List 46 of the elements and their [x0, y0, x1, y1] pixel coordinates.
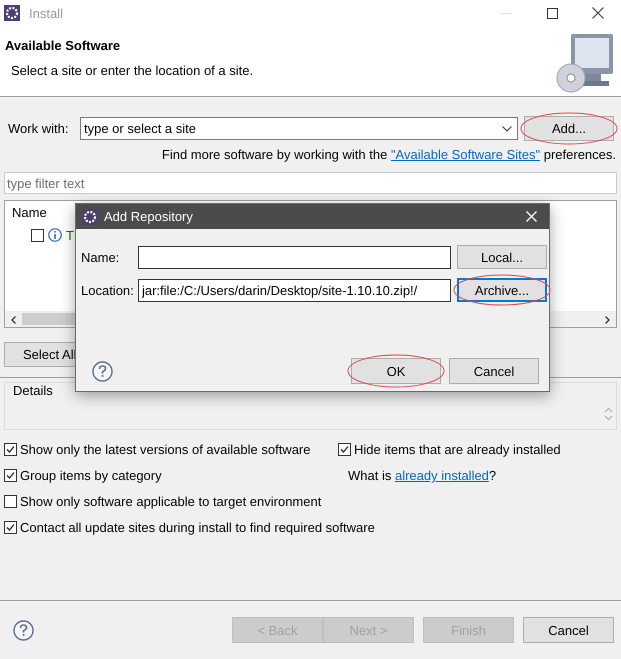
checkbox[interactable] — [4, 443, 17, 456]
push-button[interactable]: Archive... — [457, 278, 547, 302]
push-button[interactable]: Cancel — [449, 358, 539, 384]
page-title: Available Software — [5, 38, 120, 53]
gear-icon — [82, 208, 98, 224]
field-label: Name: — [81, 250, 120, 264]
installed-info-text: What is already installed? — [348, 468, 496, 483]
push-button[interactable]: Local... — [457, 245, 547, 269]
scrollbar-thumb[interactable] — [22, 313, 75, 325]
window-title: Install — [29, 6, 63, 20]
close-icon[interactable] — [592, 7, 604, 19]
details-title: Details — [13, 383, 53, 398]
input-field[interactable] — [138, 246, 451, 268]
input-field[interactable]: jar:file:/C:/Users/darin/Desktop/site-1.10.10.zip!/ — [138, 278, 451, 302]
option-label: Show only the latest versions of available software — [20, 442, 310, 457]
gear-icon — [4, 5, 20, 21]
help-icon[interactable] — [92, 360, 113, 382]
option-label: Hide items that are already installed — [354, 442, 561, 457]
more-software-text: Find more software by working with the "Available Software Sites" preferences. — [162, 147, 616, 162]
push-button[interactable]: Add... — [524, 116, 614, 141]
page-subtitle: Select a site or enter the location of a site. — [11, 63, 254, 78]
help-icon[interactable] — [13, 620, 34, 640]
table-cell: T — [66, 228, 74, 242]
dialog-title: Add Repository — [104, 209, 193, 224]
software-sites-link[interactable]: "Available Software Sites" — [390, 147, 540, 162]
already-installed-link[interactable]: already installed — [394, 468, 489, 483]
checkbox[interactable] — [4, 469, 17, 482]
info-icon — [48, 228, 62, 242]
option-label: Show only software applicable to target environment — [20, 494, 322, 509]
field-label: Location: — [81, 282, 135, 298]
checkbox[interactable] — [4, 521, 17, 534]
site-combo-box[interactable]: type or select a site — [80, 117, 518, 140]
checkbox[interactable] — [338, 443, 351, 456]
site-combo-field[interactable]: type or select a site — [81, 121, 502, 136]
work-with-label: Work with: — [8, 121, 70, 136]
column-header[interactable]: Name — [12, 205, 47, 220]
filter-field[interactable]: type filter text — [5, 173, 616, 193]
checkbox[interactable] — [4, 495, 17, 508]
maximize-icon[interactable] — [546, 8, 558, 18]
caret-icon — [502, 126, 512, 132]
wizard-button[interactable]: Cancel — [523, 617, 614, 643]
checkbox[interactable] — [31, 228, 44, 242]
scroll-arrows-icon — [604, 407, 613, 421]
option-label: Group items by category — [20, 468, 162, 483]
option-label: Contact all update sites during install to find required software — [20, 520, 375, 535]
push-button[interactable]: OK — [351, 358, 441, 384]
